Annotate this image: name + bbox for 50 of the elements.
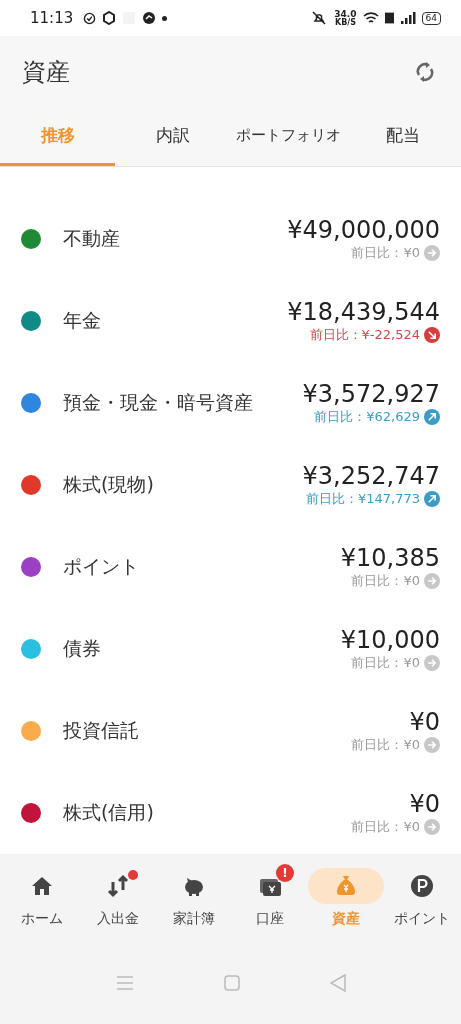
asset-name: 不動産 bbox=[63, 226, 121, 251]
tab[interactable]: 内訳 bbox=[115, 108, 231, 166]
day-change: 前日比：¥0 bbox=[351, 572, 420, 591]
signal-icon bbox=[399, 11, 416, 25]
day-change: 前日比：¥0 bbox=[351, 244, 420, 263]
day-change: 前日比：¥-22,524 bbox=[309, 326, 420, 345]
asset-amount: ¥10,000 bbox=[340, 625, 440, 655]
network-speed: 34.0 bbox=[334, 9, 357, 19]
asset-amount: ¥0 bbox=[409, 707, 440, 737]
check-circle-icon bbox=[83, 11, 97, 25]
home-icon bbox=[30, 874, 54, 898]
battery-level: 64 bbox=[421, 11, 441, 25]
asset-amount: ¥3,252,747 bbox=[302, 461, 440, 491]
speed-unit: KB/S bbox=[334, 18, 356, 27]
notification-dot bbox=[128, 870, 138, 880]
point-icon bbox=[410, 874, 434, 898]
asset-amount: ¥10,385 bbox=[340, 543, 440, 573]
asset-name: 債券 bbox=[63, 636, 102, 661]
nav-item[interactable]: ホーム bbox=[4, 854, 80, 942]
nav-item[interactable]: ポイント bbox=[384, 854, 460, 942]
asset-name: 投資信託 bbox=[63, 718, 140, 743]
asset-name: 株式(信用) bbox=[63, 800, 155, 825]
tab[interactable]: ポートフォリオ bbox=[230, 108, 346, 166]
asset-amount: ¥0 bbox=[409, 789, 440, 819]
day-change: 前日比：¥0 bbox=[351, 654, 420, 673]
nav-item[interactable]: 家計簿 bbox=[156, 854, 232, 942]
asset-amount: ¥3,572,927 bbox=[302, 379, 440, 409]
home-button-icon[interactable] bbox=[223, 975, 240, 991]
asset-amount: ¥18,439,544 bbox=[287, 297, 440, 327]
page-title: 資産 bbox=[22, 57, 70, 88]
asset-name: ポイント bbox=[63, 554, 140, 579]
asset-amount: ¥49,000,000 bbox=[287, 215, 440, 245]
wifi-icon bbox=[362, 11, 379, 25]
tab[interactable]: 配当 bbox=[345, 108, 461, 166]
nav-item[interactable]: ! 口座 bbox=[232, 854, 308, 942]
nav-item[interactable]: 入出金 bbox=[80, 854, 156, 942]
status-time: 11:13 bbox=[30, 9, 74, 27]
day-change: 前日比：¥62,629 bbox=[314, 408, 420, 427]
asset-name: 株式(現物) bbox=[63, 472, 155, 497]
dot-icon bbox=[162, 15, 168, 21]
up-down-arrows-icon bbox=[106, 874, 130, 898]
day-change: 前日比：¥0 bbox=[351, 736, 420, 755]
back-icon[interactable] bbox=[329, 974, 346, 992]
day-change: 前日比：¥0 bbox=[351, 818, 420, 837]
asset-name: 預金・現金・暗号資産 bbox=[63, 390, 254, 415]
day-change: 前日比：¥147,773 bbox=[305, 490, 420, 509]
money-bag-icon bbox=[334, 874, 358, 898]
asset-name: 年金 bbox=[63, 308, 102, 333]
menu-icon[interactable] bbox=[115, 975, 134, 991]
alert-badge: ! bbox=[276, 864, 294, 882]
